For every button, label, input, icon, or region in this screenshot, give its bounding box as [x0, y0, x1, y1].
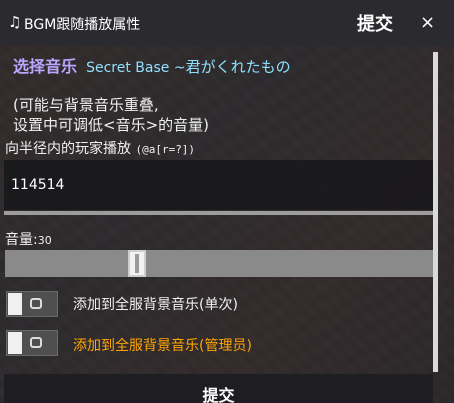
toggle-off-icon	[30, 337, 42, 348]
selected-song-jp: 君がくれたもの	[185, 58, 291, 76]
toggle-knob	[8, 293, 22, 315]
overlap-note-line2: 设置中可调低<音乐>的音量)	[13, 116, 209, 134]
volume-slider-handle[interactable]	[128, 250, 146, 277]
select-music-label: 选择音乐	[13, 57, 78, 76]
radius-label: 向半径内的玩家播放 (@a[r=?])	[5, 138, 195, 158]
toggle-server-bgm-once[interactable]	[6, 291, 58, 317]
radius-hint: (@a[r=?])	[135, 143, 196, 156]
radius-label-text: 向半径内的玩家播放	[5, 141, 131, 157]
toggle-server-bgm-admin-label: 添加到全服背景音乐(管理员)	[73, 338, 252, 354]
music-note-icon: ♫	[8, 13, 22, 31]
volume-slider[interactable]	[5, 250, 433, 277]
radius-input[interactable]	[4, 160, 433, 210]
window-title: BGM跟随播放属性	[24, 17, 141, 33]
toggle-off-icon	[30, 298, 42, 309]
close-icon[interactable]: ×	[420, 12, 435, 33]
volume-value: 30	[37, 234, 52, 247]
volume-label-text: 音量:	[5, 232, 38, 248]
submit-button[interactable]: 提交	[4, 374, 433, 403]
toggle-server-bgm-once-label: 添加到全服背景音乐(单次)	[73, 297, 238, 313]
toggle-server-bgm-admin[interactable]	[6, 330, 58, 356]
title-submit-button[interactable]: 提交	[357, 10, 393, 36]
toggle-knob	[8, 332, 22, 354]
overlap-note-line1: (可能与背景音乐重叠,	[13, 96, 159, 114]
music-select[interactable]: 选择音乐 Secret Base ~君がくれたもの	[13, 53, 291, 77]
scrollbar[interactable]	[433, 52, 438, 372]
title-bar: ♫ BGM跟随播放属性 提交 ×	[0, 0, 454, 46]
selected-song-en: Secret Base ~	[86, 60, 186, 76]
volume-label: 音量:30	[5, 229, 52, 249]
radius-input-underline	[4, 211, 433, 215]
